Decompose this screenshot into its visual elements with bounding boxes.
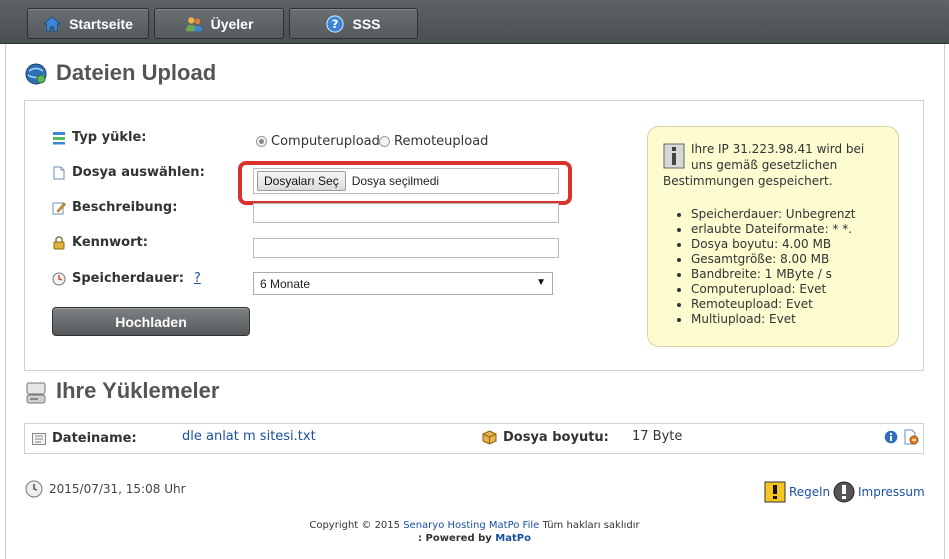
- upload-button[interactable]: Hochladen: [52, 307, 250, 336]
- storage-label: Speicherdauer:: [72, 271, 184, 286]
- footer-datetime: 2015/07/31, 15:08 Uhr: [49, 482, 186, 496]
- radio-computerupload-dot[interactable]: [256, 136, 267, 147]
- radio-remoteupload-label: Remoteupload: [394, 134, 489, 149]
- powered-link[interactable]: MatPo: [495, 533, 531, 544]
- nav-sss-button[interactable]: ? SSS: [289, 8, 418, 39]
- powered-prefix: : Powered by: [418, 533, 492, 544]
- info-box: Ihre IP 31.223.98.41 wird bei uns gemäß …: [647, 126, 899, 347]
- top-navbar: Startseite Üyeler ? SSS: [0, 0, 949, 44]
- info-icon: [663, 143, 685, 169]
- exclamation-icon: [833, 481, 855, 503]
- filename-label: Dateiname:: [52, 431, 137, 446]
- copyright-suffix: Tüm hakları saklıdır: [542, 520, 640, 531]
- warning-icon: [764, 481, 786, 503]
- storage-label-row: Speicherdauer: ?: [52, 271, 201, 286]
- rules-link-label[interactable]: Regeln: [789, 485, 830, 499]
- text-file-icon: [32, 432, 46, 445]
- description-label: Beschreibung:: [72, 200, 178, 215]
- storage-help-link[interactable]: ?: [194, 271, 201, 286]
- description-label-row: Beschreibung:: [52, 200, 177, 215]
- radio-computerupload-label: Computerupload: [271, 134, 380, 149]
- file-info-icon[interactable]: [884, 430, 898, 444]
- package-icon: [482, 430, 497, 445]
- file-label-row: Dosya auswählen:: [52, 165, 205, 180]
- imprint-link[interactable]: Impressum: [833, 481, 925, 503]
- nav-startseite-label: Startseite: [69, 15, 133, 32]
- file-input[interactable]: Dosyaları Seç Dosya seçilmedi: [253, 168, 559, 194]
- info-list-item: Bandbreite: 1 MByte / s: [691, 267, 884, 282]
- upload-title: Dateien Upload: [56, 60, 217, 85]
- delete-file-icon[interactable]: [903, 429, 919, 445]
- footer-datetime-row: 2015/07/31, 15:08 Uhr: [25, 480, 186, 498]
- storage-duration-select[interactable]: 6 Monate ▼: [253, 272, 553, 295]
- imprint-link-label[interactable]: Impressum: [858, 485, 925, 499]
- size-value: 17 Byte: [632, 429, 683, 444]
- file-label: Dosya auswählen:: [72, 165, 205, 180]
- powered-line: : Powered by MatPo: [0, 533, 949, 544]
- list-icon: [53, 131, 65, 144]
- info-list-item: Gesamtgröße: 8.00 MB: [691, 252, 884, 267]
- info-list-item: Speicherdauer: Unbegrenzt: [691, 207, 884, 222]
- file-status-text: Dosya seçilmedi: [351, 174, 440, 188]
- users-icon: [185, 16, 202, 31]
- storage-duration-value: 6 Monate: [260, 276, 311, 291]
- info-ip-text: Ihre IP 31.223.98.41 wird bei uns gemäß …: [663, 142, 865, 188]
- copyright-prefix: Copyright © 2015: [309, 520, 401, 531]
- svg-text:?: ?: [332, 17, 339, 31]
- rules-link[interactable]: Regeln: [764, 481, 830, 503]
- dropdown-arrow-icon: ▼: [536, 277, 546, 288]
- password-label: Kennwort:: [72, 235, 148, 250]
- nav-uyeler-button[interactable]: Üyeler: [154, 8, 284, 39]
- lock-icon: [53, 235, 65, 249]
- password-input[interactable]: [253, 238, 559, 258]
- info-list-item: Remoteupload: Evet: [691, 297, 884, 312]
- info-list-item: Dosya boyutu: 4.00 MB: [691, 237, 884, 252]
- home-icon: [43, 15, 62, 32]
- info-list: Speicherdauer: Unbegrenzt erlaubte Datei…: [663, 207, 884, 327]
- nav-sss-label: SSS: [352, 15, 381, 32]
- copyright-link[interactable]: Senaryo Hosting MatPo File: [403, 520, 539, 531]
- info-list-item: erlaubte Dateiformate: * *.: [691, 222, 884, 237]
- radio-remoteupload[interactable]: Remoteupload: [379, 134, 488, 149]
- edit-icon: [52, 202, 66, 214]
- password-label-row: Kennwort:: [52, 235, 148, 250]
- help-icon: ?: [326, 14, 345, 33]
- clock-icon: [52, 272, 66, 285]
- filename-link[interactable]: dle anlat m sitesi.txt: [182, 429, 316, 444]
- server-icon: [26, 382, 46, 404]
- nav-uyeler-label: Üyeler: [210, 15, 254, 32]
- type-label: Typ yükle:: [72, 130, 147, 145]
- document-icon: [53, 166, 65, 179]
- choose-files-button[interactable]: Dosyaları Seç: [257, 171, 346, 191]
- type-label-row: Typ yükle:: [52, 130, 146, 145]
- size-label-cell: Dosya boyutu:: [482, 430, 609, 445]
- filename-label-cell: Dateiname:: [32, 431, 137, 446]
- nav-startseite-button[interactable]: Startseite: [27, 8, 149, 39]
- info-list-item: Computerupload: Evet: [691, 282, 884, 297]
- size-label: Dosya boyutu:: [503, 430, 609, 445]
- description-input[interactable]: [253, 203, 559, 223]
- radio-remoteupload-dot[interactable]: [379, 136, 390, 147]
- clock-icon: [25, 480, 43, 498]
- copyright-line: Copyright © 2015 Senaryo Hosting MatPo F…: [0, 520, 949, 531]
- info-list-item: Multiupload: Evet: [691, 312, 884, 327]
- uploads-title: Ihre Yüklemeler: [56, 378, 220, 403]
- uploads-table: [24, 423, 924, 454]
- globe-upload-icon: [25, 63, 47, 85]
- radio-computerupload[interactable]: Computerupload: [256, 134, 380, 149]
